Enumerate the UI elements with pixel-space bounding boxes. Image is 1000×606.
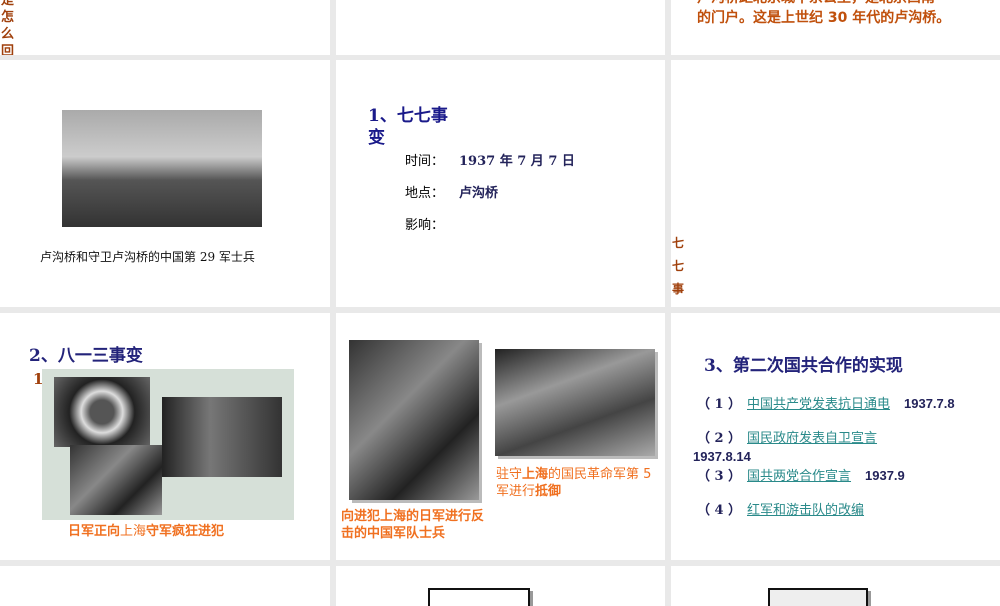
slide-thumbnail-12[interactable] xyxy=(671,566,1000,606)
slide-thumbnail-3[interactable]: 卢沟桥距北京城十余公里，是北京西南 的门户。这是上世纪 30 年代的卢沟桥。 xyxy=(671,0,1000,55)
slide-caption: 向进犯上海的日军进行反击的中国军队士兵 xyxy=(341,509,485,541)
caption-part: 上海 xyxy=(120,524,147,539)
item-text[interactable]: 国共两党合作宣言 xyxy=(747,469,851,484)
soldier-photo xyxy=(495,349,655,456)
item-text[interactable]: 国民政府发表自卫宣言 xyxy=(747,431,877,446)
caption-part: 守军疯狂进犯 xyxy=(146,524,225,539)
place-label: 地点： xyxy=(405,186,445,201)
item-number: （ 2 ） xyxy=(697,431,742,446)
item-text[interactable]: 中国共产党发表抗日通电 xyxy=(747,397,890,412)
slide-title: 2、八一三事变 xyxy=(29,346,143,366)
caption-part: 驻守 xyxy=(496,467,523,482)
document-image xyxy=(428,588,530,606)
caption-part: 日军正向 xyxy=(68,524,121,539)
item-number: （ 4 ） xyxy=(697,503,742,518)
time-value: 1937 年 7 月 7 日 xyxy=(459,154,575,169)
place-value: 卢沟桥 xyxy=(459,186,499,201)
slide-thumbnail-1[interactable]: 是怎么回 xyxy=(0,0,330,55)
slide-thumbnail-6[interactable]: 七七事 xyxy=(671,60,1000,307)
item-date: 1937.7.8 xyxy=(904,396,955,411)
soldier-photo xyxy=(62,110,262,227)
item-date: 1937.8.14 xyxy=(693,449,751,464)
item-date: 1937.9 xyxy=(865,468,905,483)
item-number: （ 1 ） xyxy=(697,397,742,412)
slide-title: 1、七七事 xyxy=(368,106,448,126)
slide-thumbnail-10[interactable] xyxy=(0,566,330,606)
slide-text: 的门户。这是上世纪 30 年代的卢沟桥。 xyxy=(697,10,951,26)
vertical-text: 七七事 xyxy=(672,236,685,296)
caption-part: 抵御 xyxy=(535,484,562,499)
soldier-photo xyxy=(349,340,479,500)
slide-thumbnail-8[interactable]: 向进犯上海的日军进行反击的中国军队士兵 驻守上海的国民革命军第 5 军进行抵御 xyxy=(336,313,665,560)
slide-thumbnail-5[interactable]: 1、七七事 变 时间： 1937 年 7 月 7 日 地点： 卢沟桥 影响： xyxy=(336,60,665,307)
document-image xyxy=(768,588,868,606)
slide-thumbnail-9[interactable]: 3、第二次国共合作的实现 （ 1 ） 中国共产党发表抗日通电 1937.7.8 （ … xyxy=(671,313,1000,560)
time-label: 时间： xyxy=(405,154,445,169)
caption-part: 上海 xyxy=(522,467,549,482)
slide-thumbnail-4[interactable]: 卢沟桥和守卫卢沟桥的中国第 29 军士兵 xyxy=(0,60,330,307)
slide-thumbnail-7[interactable]: 2、八一三事变 1 日军正向上海守军疯狂进犯 xyxy=(0,313,330,560)
slide-thumbnail-11[interactable] xyxy=(336,566,665,606)
item-number: （ 3 ） xyxy=(697,469,742,484)
slide-caption: 卢沟桥和守卫卢沟桥的中国第 29 军士兵 xyxy=(40,250,255,264)
vertical-text: 是怎么回 xyxy=(1,0,15,55)
item-text[interactable]: 红军和游击队的改编 xyxy=(747,503,864,518)
slide-thumbnail-2[interactable] xyxy=(336,0,665,55)
slide-text: 卢沟桥距北京城十余公里，是北京西南 xyxy=(697,0,950,8)
impact-label: 影响： xyxy=(405,218,445,233)
slide-title: 3、第二次国共合作的实现 xyxy=(704,356,903,376)
collage-image xyxy=(42,369,294,520)
